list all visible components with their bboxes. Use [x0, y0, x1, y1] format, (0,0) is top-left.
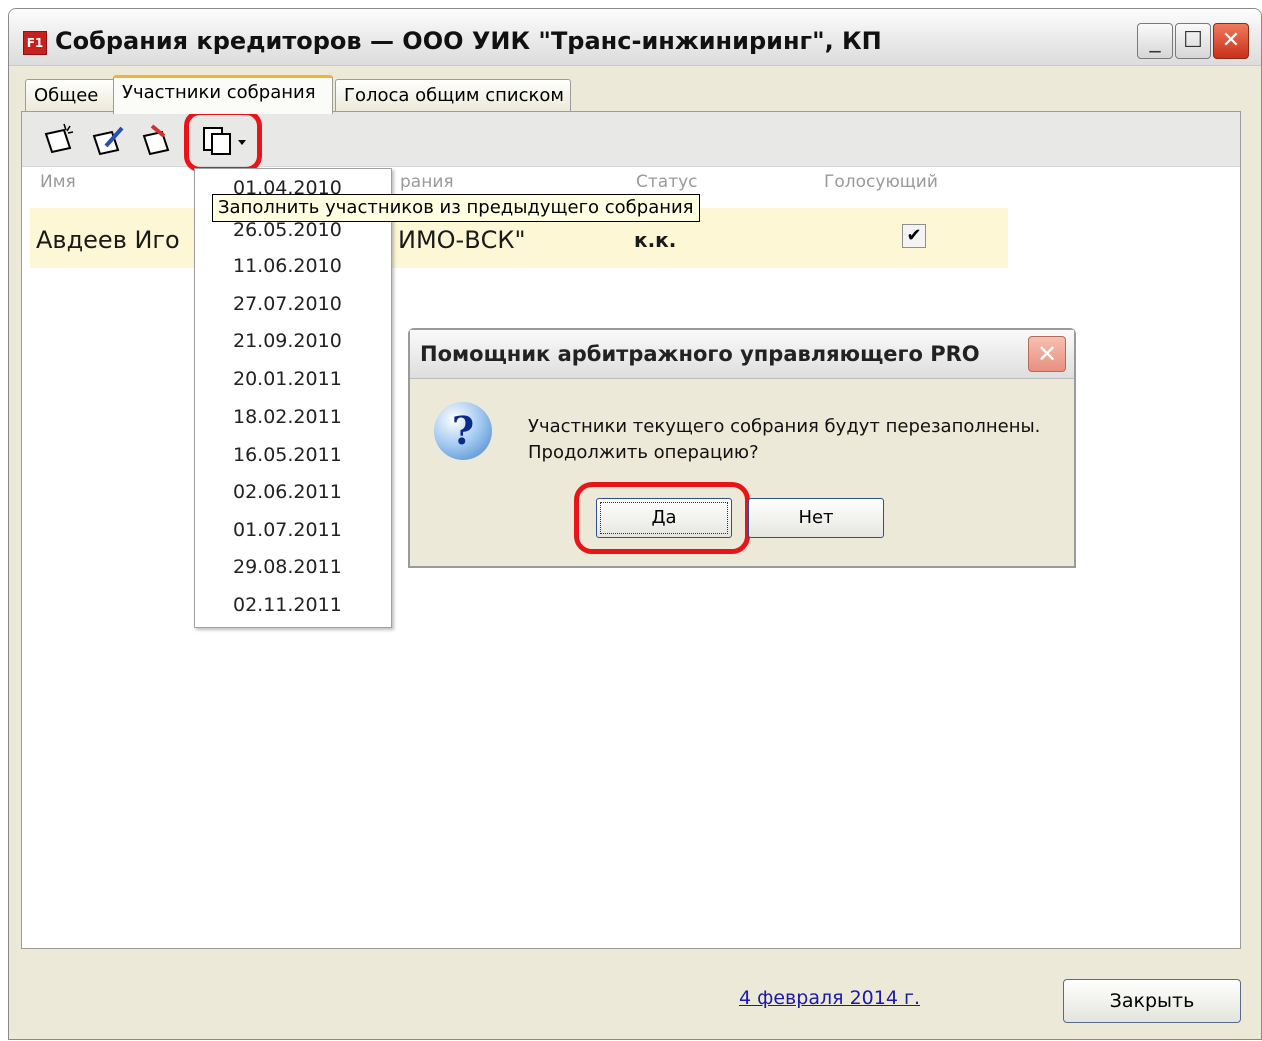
close-icon: ✕: [1221, 28, 1241, 53]
yes-button[interactable]: Да: [596, 498, 732, 538]
maximize-button[interactable]: ☐: [1175, 23, 1211, 59]
column-header-status[interactable]: Статус: [636, 172, 698, 192]
dialog-title: Помощник арбитражного управляющего PRO: [420, 342, 980, 366]
no-button[interactable]: Нет: [748, 498, 884, 538]
menu-item-date[interactable]: 18.02.2011: [233, 406, 342, 428]
date-link[interactable]: 4 февраля 2014 г.: [739, 987, 920, 1009]
maximize-icon: ☐: [1183, 28, 1203, 53]
participant-name: Авдеев Иго: [36, 226, 180, 254]
confirm-dialog: Помощник арбитражного управляющего PRO ✕…: [408, 328, 1076, 568]
tooltip: Заполнить участников из предыдущего собр…: [212, 194, 700, 222]
dialog-close-button[interactable]: ✕: [1028, 336, 1066, 372]
menu-item-date[interactable]: 11.06.2010: [233, 255, 342, 277]
window-title: Собрания кредиторов — ООО УИК "Транс-инж…: [55, 27, 882, 55]
menu-item-date[interactable]: 16.05.2011: [233, 444, 342, 466]
menu-item-date[interactable]: 02.06.2011: [233, 481, 342, 503]
menu-item-date[interactable]: 01.07.2011: [233, 519, 342, 541]
column-header-name[interactable]: Имя: [40, 172, 76, 192]
edit-participant-button[interactable]: [90, 122, 126, 158]
new-document-icon: [44, 123, 74, 154]
delete-participant-button[interactable]: [138, 122, 174, 158]
menu-item-date[interactable]: 21.09.2010: [233, 330, 342, 352]
minimize-button[interactable]: _: [1137, 23, 1173, 59]
question-icon: ?: [434, 402, 492, 460]
participant-org: ИМО-ВСК": [398, 226, 526, 254]
title-bar[interactable]: F1 Собрания кредиторов — ООО УИК "Транс-…: [9, 9, 1261, 66]
toolbar: [22, 110, 1240, 172]
menu-item-date[interactable]: 26.05.2010: [233, 219, 342, 241]
toolbar-highlight: [184, 110, 262, 172]
dialog-message-line: Продолжить операцию?: [528, 442, 759, 463]
close-window-button[interactable]: ✕: [1213, 23, 1249, 59]
menu-item-date[interactable]: 27.07.2010: [233, 293, 342, 315]
app-icon: F1: [23, 31, 47, 55]
dialog-title-bar[interactable]: Помощник арбитражного управляющего PRO ✕: [410, 330, 1074, 379]
close-icon: ✕: [1036, 340, 1058, 368]
tab-participants[interactable]: Участники собрания: [113, 75, 333, 114]
voting-checkbox[interactable]: ✔: [902, 224, 926, 248]
add-participant-button[interactable]: [40, 122, 76, 158]
minimize-icon: _: [1149, 28, 1161, 53]
dialog-message-line: Участники текущего собрания будут переза…: [528, 416, 1041, 437]
tab-votes-list[interactable]: Голоса общим списком: [335, 79, 571, 112]
menu-item-date[interactable]: 02.11.2011: [233, 594, 342, 616]
column-header-voting[interactable]: Голосующий: [824, 172, 938, 192]
menu-item-date[interactable]: 29.08.2011: [233, 556, 342, 578]
close-button[interactable]: Закрыть: [1063, 979, 1241, 1023]
edit-pencil-icon: [92, 126, 124, 156]
dialog-message: Участники текущего собрания будут переза…: [528, 414, 1040, 466]
column-header-org[interactable]: рания: [400, 172, 454, 192]
tab-general[interactable]: Общее: [25, 79, 117, 112]
previous-meetings-dropdown: 01.04.2010 26.05.2010 11.06.2010 27.07.2…: [194, 168, 392, 628]
eraser-icon: [142, 124, 170, 156]
menu-item-date[interactable]: 20.01.2011: [233, 368, 342, 390]
participant-status: к.к.: [634, 228, 677, 252]
